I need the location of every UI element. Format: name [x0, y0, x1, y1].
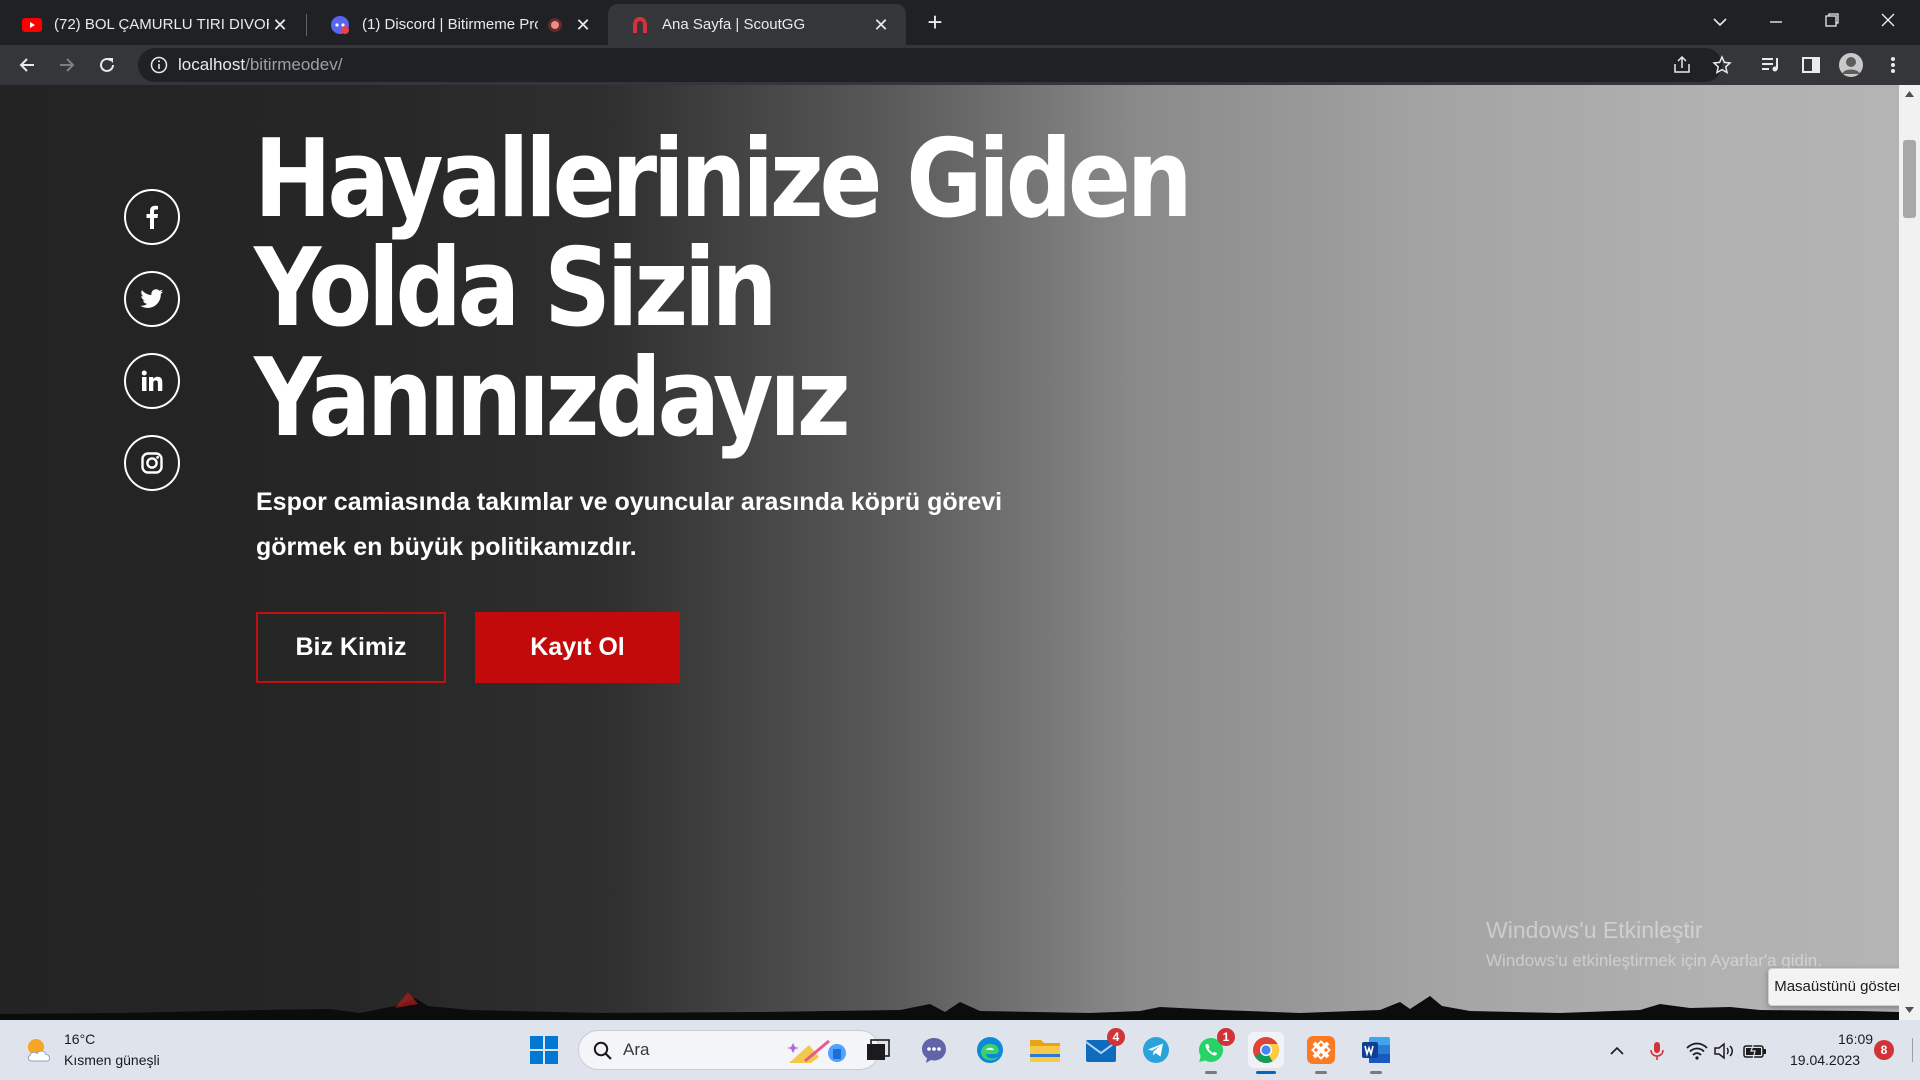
search-highlight-icon — [785, 1035, 849, 1072]
youtube-icon — [22, 15, 42, 35]
start-icon[interactable] — [526, 1032, 562, 1068]
windows-activate-title: Windows'u Etkinleştir — [1486, 917, 1703, 943]
chevron-up-icon[interactable] — [1604, 1038, 1630, 1064]
web-page: Hayallerinize Giden Yolda Sizin Yanınızd… — [0, 85, 1899, 1020]
tab-discord[interactable]: (1) Discord | Bitirmeme Proje ✕ — [308, 4, 608, 45]
battery-icon[interactable] — [1742, 1038, 1768, 1064]
chrome-icon[interactable] — [1248, 1032, 1284, 1074]
menu-kebab-icon[interactable] — [1877, 49, 1909, 81]
running-indicator — [1315, 1071, 1327, 1074]
restore-button[interactable] — [1804, 4, 1860, 38]
tab-separator — [306, 14, 307, 36]
weather-partly-sunny-icon[interactable] — [22, 1033, 56, 1072]
hero-headline-line-2: Yolda Sizin — [254, 226, 778, 351]
edge-icon[interactable] — [972, 1032, 1008, 1068]
hero-subtitle: Espor camiasında takımlar ve oyuncular a… — [256, 488, 1003, 561]
reload-button[interactable] — [91, 49, 123, 81]
back-button[interactable] — [11, 49, 43, 81]
wifi-icon[interactable] — [1684, 1038, 1710, 1064]
whatsapp-icon[interactable]: 1 — [1193, 1028, 1235, 1074]
whatsapp-badge: 1 — [1217, 1028, 1235, 1046]
tab-search-chevron-icon[interactable] — [1692, 4, 1748, 38]
running-indicator — [1205, 1071, 1217, 1074]
biz-kimiz-button[interactable]: Biz Kimiz — [256, 612, 446, 683]
scrollbar-thumb[interactable] — [1903, 140, 1916, 218]
volume-icon[interactable] — [1712, 1038, 1738, 1064]
taskbar-search[interactable]: Ara — [578, 1030, 880, 1070]
close-icon[interactable]: ✕ — [870, 14, 892, 36]
bookmark-star-icon[interactable] — [1712, 55, 1732, 80]
silhouette-decoration — [0, 992, 1899, 1020]
word-icon[interactable] — [1358, 1032, 1394, 1074]
media-control-icon[interactable] — [1755, 49, 1787, 81]
scroll-down-icon[interactable] — [1905, 1007, 1914, 1013]
url-host: localhost — [178, 55, 246, 74]
new-tab-button[interactable]: + — [920, 8, 950, 38]
linkedin-icon[interactable] — [124, 353, 180, 409]
close-icon[interactable]: ✕ — [572, 14, 594, 36]
scroll-up-icon[interactable] — [1905, 91, 1914, 97]
recording-icon — [548, 17, 562, 32]
search-placeholder: Ara — [623, 1040, 650, 1059]
twitter-icon[interactable] — [124, 271, 180, 327]
mail-icon[interactable]: 4 — [1083, 1028, 1125, 1068]
browser-tab-strip: (72) BOL ÇAMURLU TIRI DIVORT ✕ (1) Disco… — [0, 0, 1920, 45]
notification-count-badge[interactable]: 8 — [1874, 1040, 1894, 1060]
weather-description[interactable]: Kısmen güneşli — [64, 1052, 160, 1068]
page-scrollbar[interactable] — [1899, 85, 1920, 1020]
tab-title: (1) Discord | Bitirmeme Proje — [362, 16, 538, 33]
active-indicator — [1256, 1071, 1276, 1074]
xampp-icon[interactable] — [1303, 1032, 1339, 1074]
hero-headline-line-1: Hayallerinize Giden — [254, 117, 1193, 242]
instagram-icon[interactable] — [124, 435, 180, 491]
side-panel-icon[interactable] — [1795, 49, 1827, 81]
search-icon — [593, 1041, 613, 1066]
discord-icon — [330, 15, 350, 35]
url-text: localhost/bitirmeodev/ — [178, 48, 342, 82]
teams-chat-icon[interactable] — [916, 1032, 952, 1068]
clock-time[interactable]: 16:09 — [1838, 1031, 1873, 1047]
info-icon[interactable] — [150, 56, 168, 79]
share-icon[interactable] — [1672, 55, 1692, 79]
facebook-icon[interactable] — [124, 189, 180, 245]
minimize-button[interactable] — [1748, 4, 1804, 38]
tab-title: Ana Sayfa | ScoutGG — [662, 16, 806, 33]
address-bar[interactable]: localhost/bitirmeodev/ — [138, 48, 1732, 82]
tab-youtube[interactable]: (72) BOL ÇAMURLU TIRI DIVORT ✕ — [0, 4, 305, 45]
weather-temperature[interactable]: 16°C — [64, 1031, 95, 1047]
show-desktop-button[interactable] — [1912, 1038, 1913, 1062]
clock-date[interactable]: 19.04.2023 — [1790, 1052, 1860, 1068]
running-indicator — [1370, 1071, 1382, 1074]
url-path: /bitirmeodev/ — [245, 55, 343, 74]
microphone-icon[interactable] — [1644, 1038, 1670, 1064]
close-window-button[interactable] — [1860, 4, 1916, 38]
windows-taskbar: 16°C Kısmen güneşli Ara 4 1 16:09 19.04.… — [0, 1020, 1920, 1080]
file-explorer-icon[interactable] — [1027, 1032, 1063, 1068]
tab-title: (72) BOL ÇAMURLU TIRI DIVORT — [54, 16, 269, 33]
task-view-icon[interactable] — [860, 1032, 896, 1068]
close-icon[interactable]: ✕ — [269, 14, 291, 36]
kayit-ol-button[interactable]: Kayıt Ol — [475, 612, 680, 683]
scoutgg-icon — [630, 15, 650, 35]
show-desktop-tooltip: Masaüstünü göster — [1768, 968, 1899, 1006]
browser-toolbar: localhost/bitirmeodev/ — [0, 45, 1920, 85]
hero-headline-line-3: Yanınızdayız — [254, 336, 851, 461]
telegram-icon[interactable] — [1138, 1032, 1174, 1068]
mail-badge: 4 — [1107, 1028, 1125, 1046]
tab-scoutgg[interactable]: Ana Sayfa | ScoutGG ✕ — [608, 4, 906, 45]
forward-button[interactable] — [51, 49, 83, 81]
profile-avatar[interactable] — [1835, 49, 1867, 81]
